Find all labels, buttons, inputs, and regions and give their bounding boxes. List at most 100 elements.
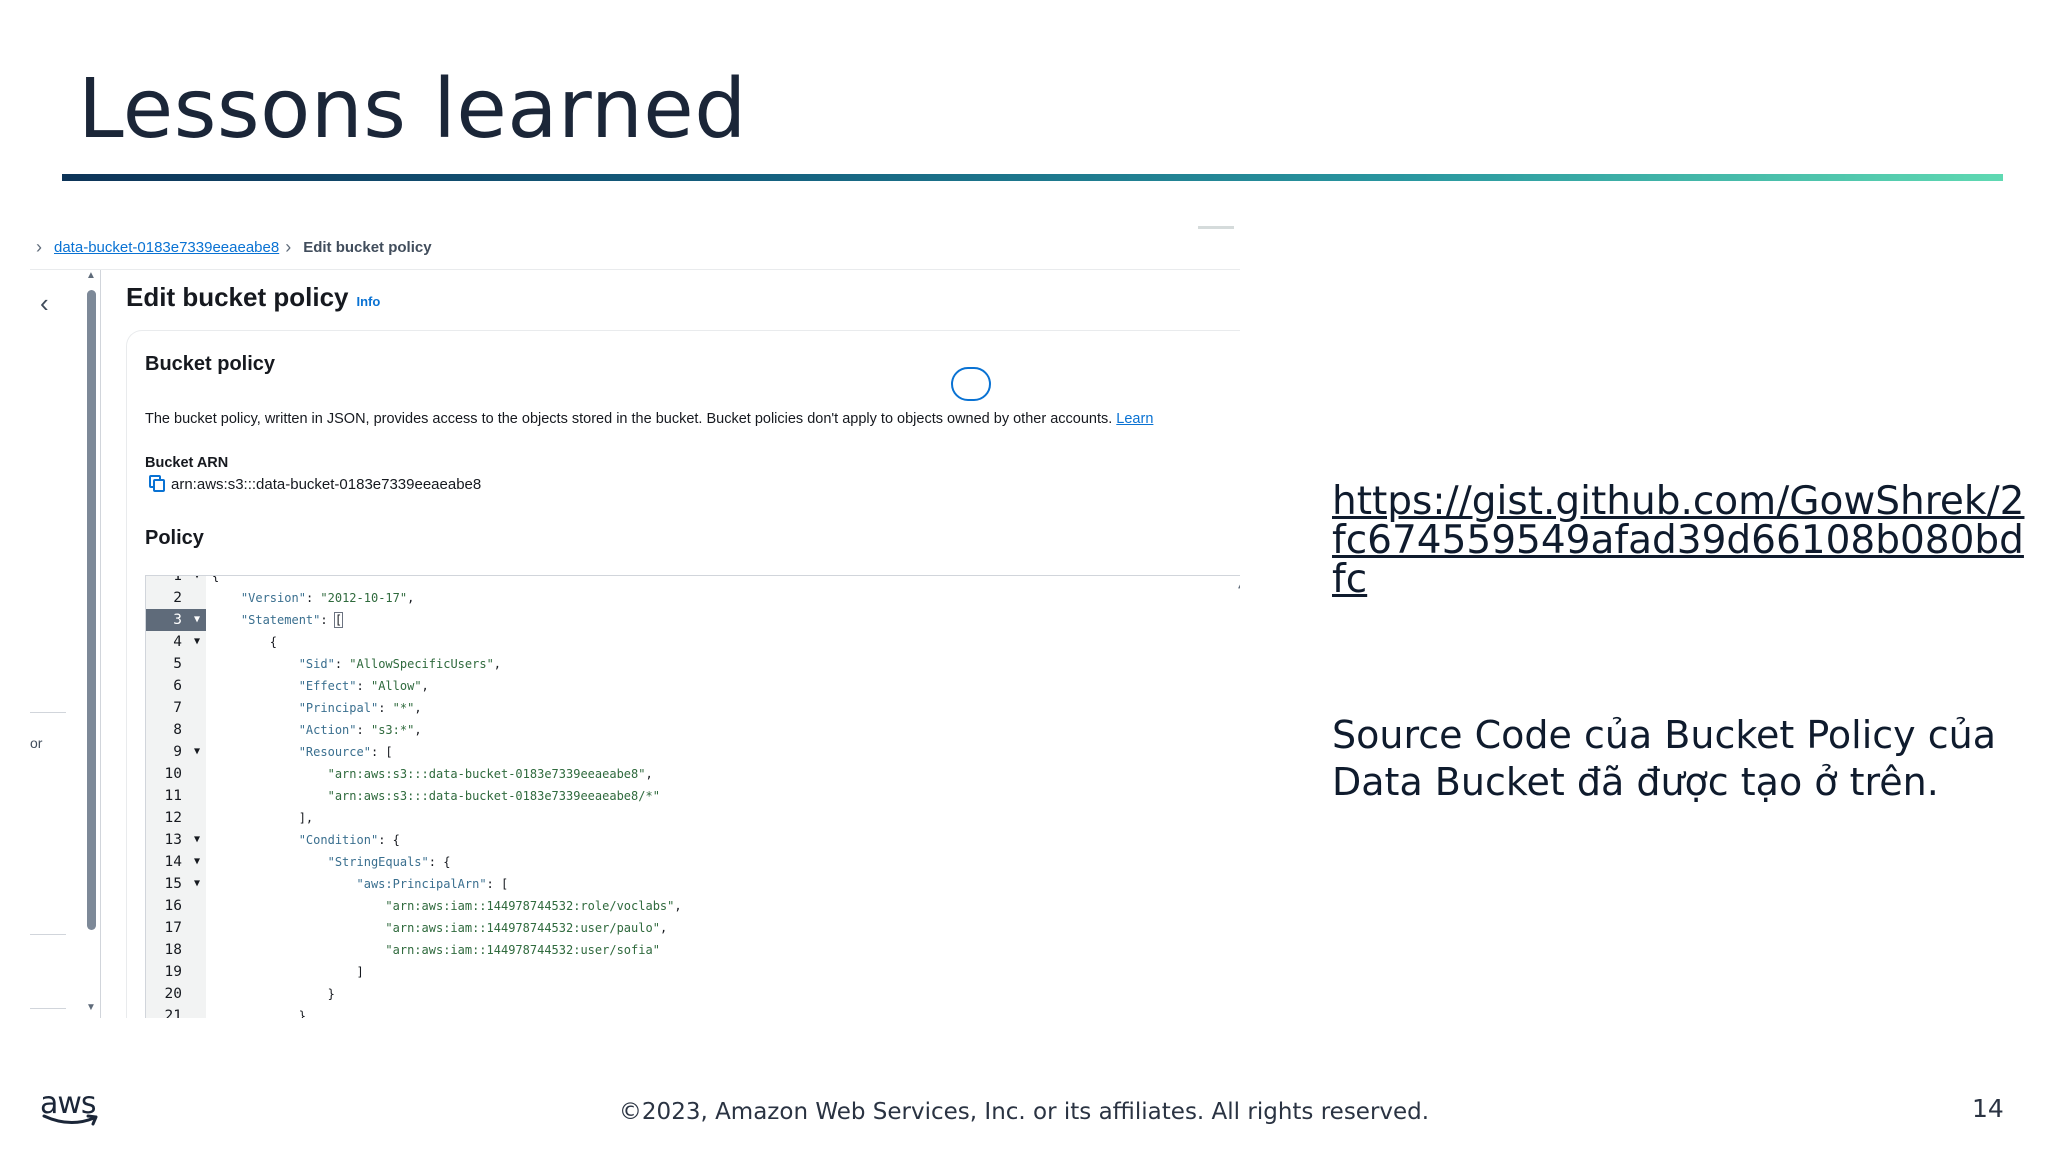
chevron-left-icon[interactable]: ‹: [40, 288, 49, 319]
line-number: 5: [173, 656, 182, 672]
code-line[interactable]: 4 ▼ {: [146, 631, 1240, 653]
code-line[interactable]: 20 }: [146, 983, 1240, 1005]
code-text: "arn:aws:iam::144978744532:user/sofia": [212, 943, 660, 957]
code-text: "Statement": [: [240, 612, 344, 628]
code-text: "Resource": [: [298, 745, 393, 759]
line-number: 12: [164, 810, 182, 826]
breadcrumb-bucket-link[interactable]: data-bucket-0183e7339eeaeabe8: [54, 239, 279, 256]
caret-down-icon[interactable]: ▼: [194, 851, 200, 873]
json-key: "Statement": [240, 613, 321, 627]
json-string: "arn:aws:s3:::data-bucket-0183e7339eeaea…: [327, 789, 660, 803]
divider: [30, 712, 66, 713]
scroll-down-icon[interactable]: ▼: [86, 1002, 96, 1013]
caret-down-icon[interactable]: ▼: [194, 631, 200, 653]
line-number: 10: [164, 766, 182, 782]
scrollbar[interactable]: [87, 290, 96, 930]
code-line[interactable]: 2 "Version": "2012-10-17",: [146, 587, 1240, 609]
line-number: 8: [173, 722, 182, 738]
line-number: 16: [164, 898, 182, 914]
code-line[interactable]: 18 "arn:aws:iam::144978744532:user/sofia…: [146, 939, 1240, 961]
json-string: "AllowSpecificUsers": [349, 657, 494, 671]
json-key: "Version": [240, 591, 306, 605]
line-number: 1 ▼: [146, 576, 206, 587]
code-text: "aws:PrincipalArn": [: [356, 877, 509, 891]
bucket-arn-label: Bucket ARN: [145, 455, 229, 471]
code-line[interactable]: 11 "arn:aws:s3:::data-bucket-0183e7339ee…: [146, 785, 1240, 807]
divider: [1198, 226, 1234, 229]
json-key: "StringEquals": [327, 855, 429, 869]
code-text: "Sid": "AllowSpecificUsers",: [298, 657, 502, 671]
code-text: {: [212, 575, 220, 583]
scroll-up-icon[interactable]: ▲: [86, 270, 96, 281]
code-line[interactable]: 14 ▼ "StringEquals": {: [146, 851, 1240, 873]
code-line[interactable]: 1 ▼ {: [146, 575, 1240, 587]
code-line[interactable]: 7 "Principal": "*",: [146, 697, 1240, 719]
json-string: "arn:aws:iam::144978744532:user/paulo": [385, 921, 660, 935]
line-number: 14 ▼: [146, 851, 206, 873]
slide: Lessons learned › data-bucket-0183e7339e…: [0, 0, 2048, 1152]
caret-down-icon[interactable]: ▼: [194, 873, 200, 895]
caret-down-icon[interactable]: ▼: [194, 741, 200, 763]
console-screenshot: › data-bucket-0183e7339eeaeabe8 › Edit b…: [30, 226, 1240, 1018]
code-text: ]: [212, 965, 364, 979]
caret-down-icon[interactable]: ▼: [194, 609, 200, 631]
code-text: ],: [212, 811, 314, 825]
json-key: "Resource": [298, 745, 371, 759]
line-number: 9 ▼: [146, 741, 206, 763]
line-number: 20: [164, 986, 182, 1002]
code-line[interactable]: 17 "arn:aws:iam::144978744532:user/paulo…: [146, 917, 1240, 939]
code-line[interactable]: 3 ▼ "Statement": [: [146, 609, 1240, 631]
line-number: 13 ▼: [146, 829, 206, 851]
json-key: "aws:PrincipalArn": [356, 877, 487, 891]
section-title: Bucket policy: [145, 353, 276, 375]
code-text: "Effect": "Allow",: [298, 679, 429, 693]
copy-icon[interactable]: [149, 475, 167, 493]
line-number: 3 ▼: [146, 609, 206, 631]
left-panel-fragment: or: [30, 735, 43, 751]
code-line[interactable]: 8 "Action": "s3:*",: [146, 719, 1240, 741]
caret-down-icon[interactable]: ▼: [194, 829, 200, 851]
code-text: "arn:aws:iam::144978744532:role/voclabs"…: [385, 899, 682, 913]
code-line[interactable]: 5 "Sid": "AllowSpecificUsers",: [146, 653, 1240, 675]
page-number: 14: [1972, 1094, 2004, 1123]
code-line[interactable]: 15 ▼ "aws:PrincipalArn": [: [146, 873, 1240, 895]
copyright: ©2023, Amazon Web Services, Inc. or its …: [618, 1099, 1430, 1125]
line-number: 4 ▼: [146, 631, 206, 653]
slide-caption: Source Code của Bucket Policy của Data B…: [1332, 713, 1996, 804]
json-key: "Action": [298, 723, 357, 737]
code-line[interactable]: 9 ▼ "Resource": [: [146, 741, 1240, 763]
line-number: 21: [164, 1008, 182, 1018]
code-line[interactable]: 21 }: [146, 1005, 1240, 1018]
json-string: "Allow": [370, 679, 422, 693]
bucket-arn-value: arn:aws:s3:::data-bucket-0183e7339eeaeab…: [171, 475, 482, 493]
page-title-text: Edit bucket policy: [126, 282, 349, 312]
caret-down-icon[interactable]: ▼: [194, 576, 200, 587]
code-line[interactable]: 13 ▼ "Condition": {: [146, 829, 1240, 851]
code-text: "StringEquals": {: [327, 855, 451, 869]
line-number: 7: [173, 700, 182, 716]
divider: [30, 934, 66, 935]
code-line[interactable]: 19 ]: [146, 961, 1240, 983]
json-key: "Principal": [298, 701, 379, 715]
code-text: {: [212, 635, 278, 649]
code-line[interactable]: 10 "arn:aws:s3:::data-bucket-0183e7339ee…: [146, 763, 1240, 785]
info-link[interactable]: Info: [357, 294, 381, 309]
code-text: }: [212, 1009, 306, 1018]
policy-label: Policy: [145, 527, 204, 549]
learn-more-link[interactable]: Learn: [1116, 411, 1153, 427]
code-text: "arn:aws:iam::144978744532:user/paulo",: [385, 921, 668, 935]
json-key: "Sid": [298, 657, 335, 671]
code-line[interactable]: 12 ],: [146, 807, 1240, 829]
gist-link[interactable]: https://gist.github.com/GowShrek/2fc6745…: [1332, 482, 2032, 599]
policy-code-editor[interactable]: ▲ 1▼{2 "Version": "2012-10-17",3▼ "State…: [145, 575, 1240, 1018]
json-string: "arn:aws:iam::144978744532:role/voclabs": [385, 899, 675, 913]
json-string: "*": [392, 701, 415, 715]
code-text: }: [212, 987, 335, 1001]
bucket-arn-row: arn:aws:s3:::data-bucket-0183e7339eeaeab…: [149, 475, 481, 493]
code-text: "Action": "s3:*",: [298, 723, 422, 737]
code-text: "arn:aws:s3:::data-bucket-0183e7339eeaea…: [212, 789, 660, 803]
code-line[interactable]: 6 "Effect": "Allow",: [146, 675, 1240, 697]
action-button[interactable]: [951, 367, 991, 401]
json-string: "s3:*": [370, 723, 415, 737]
code-line[interactable]: 16 "arn:aws:iam::144978744532:role/vocla…: [146, 895, 1240, 917]
